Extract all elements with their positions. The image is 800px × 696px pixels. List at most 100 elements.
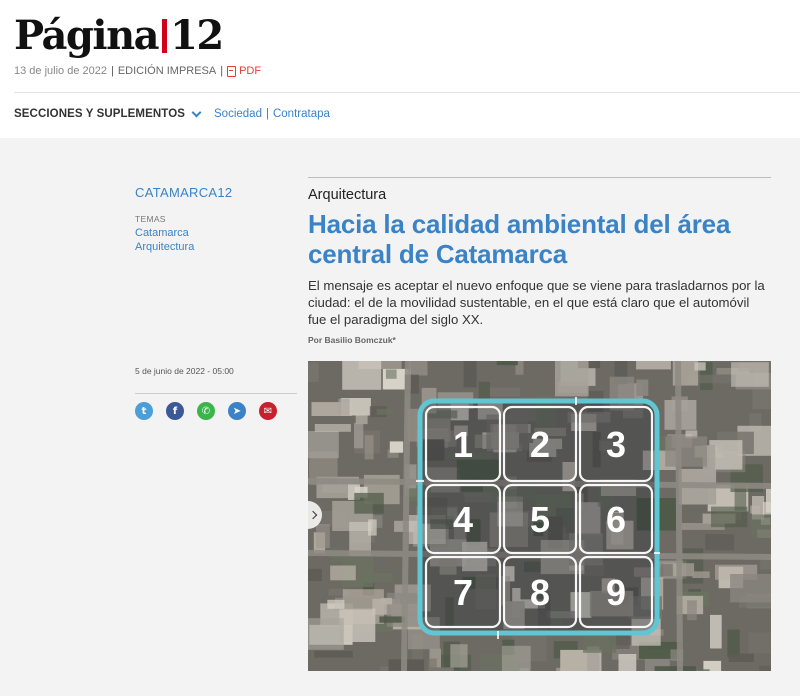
building [695,669,710,671]
grid-number: 7 [453,572,473,613]
logo-bar [162,19,168,53]
sections-menu-button[interactable]: SECCIONES Y SUPLEMENTOS [14,108,185,120]
chevron-down-icon[interactable] [191,107,202,117]
nav-link-sociedad[interactable]: Sociedad [214,108,262,120]
article-image[interactable]: 1 2 3 4 5 6 7 8 9 [308,361,771,671]
email-icon[interactable]: ✉ [259,402,277,420]
building [379,616,405,623]
building [338,398,350,416]
nav-separator: | [265,108,269,120]
building [496,361,518,366]
article-section: Arquitectura [308,187,387,203]
building [308,618,344,650]
building [327,599,345,609]
grid-number: 1 [453,424,473,465]
building [618,654,637,671]
article-top-rule [308,177,771,178]
logo-number: 12 [170,12,224,59]
building [308,431,339,459]
temas-label: TEMAS [135,214,166,224]
building [692,571,710,578]
separator: | [220,65,224,77]
edition-dateline: 13 de julio de 2022 | EDICIÓN IMPRESA | … [14,65,261,77]
building [654,666,696,671]
share-divider [135,393,297,394]
building [316,524,330,549]
building [342,361,382,390]
building [364,435,374,460]
temas-list: Catamarca Arquitectura [135,226,297,254]
grid-number: 5 [530,499,550,540]
building [636,379,649,396]
sections-nav: SECCIONES Y SUPLEMENTOS Sociedad | Contr… [14,107,330,120]
building [687,600,697,621]
building [694,362,706,371]
building [339,608,376,642]
building [759,665,771,671]
building [450,644,468,668]
building [308,568,322,581]
tema-link-arquitectura[interactable]: Arquitectura [135,240,297,254]
grid-number: 3 [606,424,626,465]
logo-text: Página [14,12,160,59]
pdf-icon [227,65,237,77]
building [376,408,395,415]
building [501,645,531,671]
building [354,423,364,449]
building [463,361,477,388]
building [727,629,740,658]
pdf-label: PDF [239,65,262,77]
building [710,614,722,649]
building [751,514,771,538]
building [478,381,490,402]
building [748,632,771,654]
telegram-icon[interactable]: ➤ [228,402,246,420]
building [330,565,356,581]
publication-date: 5 de junio de 2022 - 05:00 [135,366,234,376]
grid-number: 2 [530,424,550,465]
grid-number: 4 [453,499,473,540]
article-sidebar: CATAMARCA12 TEMAS Catamarca Arquitectura [135,185,297,254]
edition-date: 13 de julio de 2022 [14,65,107,77]
building [355,413,368,425]
building [660,563,673,577]
building [750,505,760,514]
whatsapp-icon[interactable]: ✆ [197,402,215,420]
article-headline: Hacia la calidad ambiental del área cent… [308,209,731,269]
printed-edition-link[interactable]: EDICIÓN IMPRESA [118,65,216,77]
header-divider [14,92,800,93]
chevron-right-icon [308,510,318,520]
building [428,667,454,671]
site-logo[interactable]: Página 12 [14,12,224,59]
pdf-link[interactable]: PDF [227,65,261,77]
share-bar: t f ✆ ➤ ✉ [135,402,277,420]
tema-link-catamarca[interactable]: Catamarca [135,226,297,240]
supplement-link[interactable]: CATAMARCA12 [135,185,297,200]
nav-link-contratapa[interactable]: Contratapa [273,108,330,120]
building [752,386,771,410]
building [728,653,754,662]
building [314,650,353,658]
building [705,534,735,551]
building [408,361,428,376]
grid-number: 6 [606,499,626,540]
building [354,492,384,514]
building [731,362,769,387]
building [555,361,589,397]
building [308,362,319,382]
aerial-grid-illustration: 1 2 3 4 5 6 7 8 9 [308,361,771,671]
separator: | [110,65,114,77]
building [665,436,707,467]
building [636,361,671,370]
article-byline: Por Basilio Bomczuk* [308,335,396,345]
building [730,574,771,603]
grid-number: 8 [530,572,550,613]
building [385,369,397,379]
building [489,387,521,397]
building [389,441,404,453]
facebook-icon[interactable]: f [166,402,184,420]
building [361,573,393,583]
twitter-icon[interactable]: t [135,402,153,420]
building [711,506,748,528]
article-header: Arquitectura Hacia la calidad ambiental … [308,177,771,345]
